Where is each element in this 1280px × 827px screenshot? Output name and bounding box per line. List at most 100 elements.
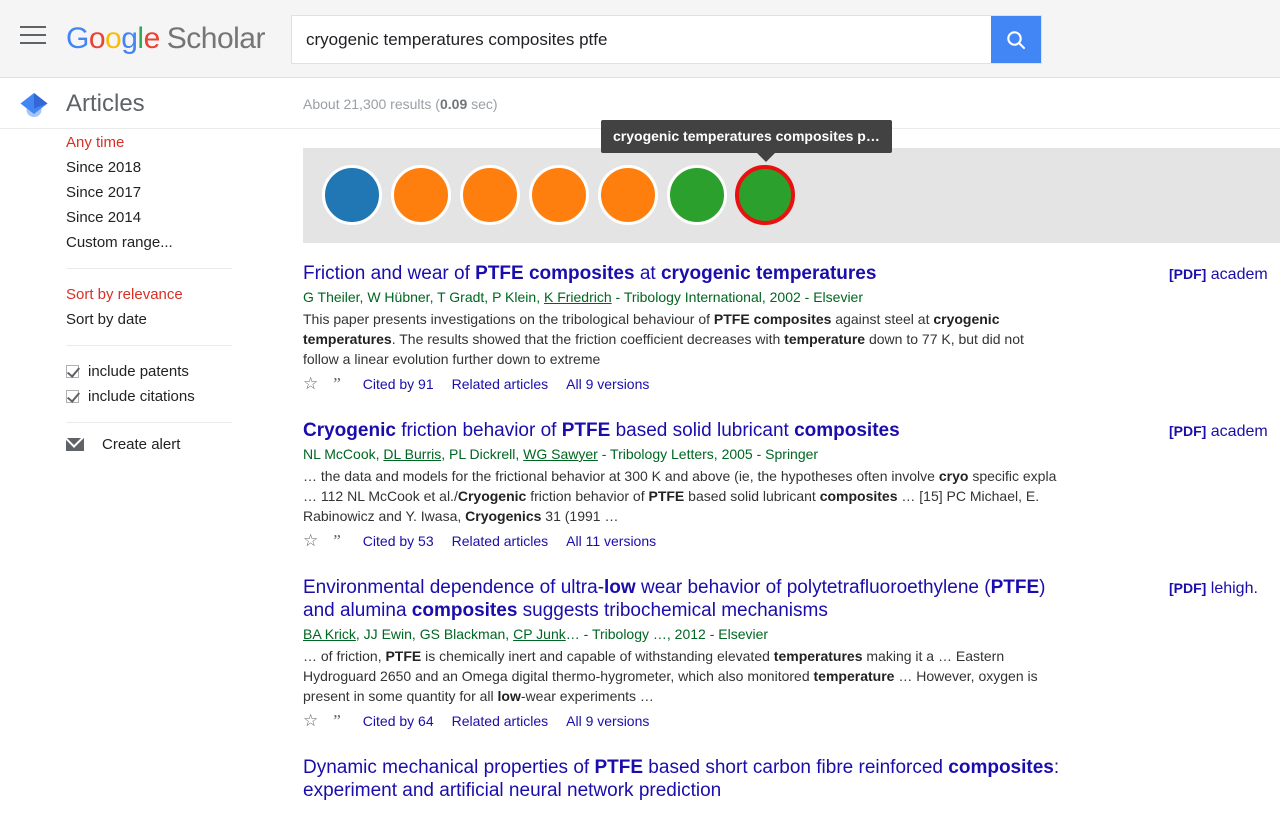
sort-filter-item[interactable]: Sort by date xyxy=(66,307,280,332)
envelope-icon xyxy=(66,438,84,451)
related-articles-link[interactable]: Related articles xyxy=(452,531,549,551)
result-actions: ☆ ” Cited by 53 Related articles All 11 vers… xyxy=(303,531,1280,551)
search-input[interactable] xyxy=(292,16,992,63)
search-result-item: Dynamic mechanical properties of PTFE ba… xyxy=(303,756,1280,802)
star-outline-icon[interactable]: ☆ xyxy=(303,374,318,394)
time-filter-item[interactable]: Since 2017 xyxy=(66,180,280,205)
checkbox-label: include patents xyxy=(88,363,189,380)
pdf-domain-label: lehigh. xyxy=(1206,580,1258,597)
topic-dot-strip xyxy=(303,148,1280,243)
result-pdf-link[interactable]: [PDF] academ xyxy=(1169,420,1268,443)
star-outline-icon[interactable]: ☆ xyxy=(303,711,318,731)
search-results-list: Friction and wear of PTFE composites at … xyxy=(303,262,1280,827)
checkbox-checked-icon[interactable] xyxy=(66,365,79,378)
cited-by-link[interactable]: Cited by 91 xyxy=(363,374,434,394)
author-link[interactable]: DL Burris xyxy=(383,446,441,462)
create-alert-button[interactable]: Create alert xyxy=(0,436,280,453)
pdf-domain-label: academ xyxy=(1206,423,1268,440)
author-link[interactable]: K Friedrich xyxy=(544,289,612,305)
author-link[interactable]: BA Krick xyxy=(303,626,356,642)
quote-icon[interactable]: ” xyxy=(333,531,341,551)
dot-tooltip-arrow xyxy=(757,153,775,162)
search-button[interactable] xyxy=(991,16,1041,63)
author-link[interactable]: CP Junk xyxy=(513,626,566,642)
search-icon xyxy=(1007,30,1026,49)
search-result-item: Friction and wear of PTFE composites at … xyxy=(303,262,1280,394)
result-actions: ☆ ” Cited by 91 Related articles All 9 versi… xyxy=(303,374,1280,394)
pdf-tag-label: [PDF] xyxy=(1169,266,1207,282)
sort-filter-item[interactable]: Sort by relevance xyxy=(66,282,280,307)
checkbox-label: include citations xyxy=(88,388,195,405)
page-title: Articles xyxy=(66,90,145,117)
result-pdf-link[interactable]: [PDF] lehigh. xyxy=(1169,577,1258,600)
topic-dot-selected[interactable] xyxy=(735,165,795,225)
include-checkbox-row[interactable]: include citations xyxy=(66,384,280,409)
logo-letter-e: e xyxy=(143,22,161,55)
left-sidebar: Any time Since 2018 Since 2017 Since 2014 Cu… xyxy=(0,130,280,800)
hamburger-bar xyxy=(20,42,46,44)
sidebar-divider-1 xyxy=(66,268,232,269)
logo-letter-o2: o xyxy=(105,22,122,55)
time-filter-group: Any time Since 2018 Since 2017 Since 2014 Cu… xyxy=(0,130,280,255)
all-versions-link[interactable]: All 11 versions xyxy=(566,531,656,551)
result-title-link[interactable]: Dynamic mechanical properties of PTFE ba… xyxy=(303,756,1073,802)
topic-dot[interactable] xyxy=(391,165,451,225)
hamburger-menu-icon[interactable] xyxy=(20,26,46,46)
result-authors-meta: BA Krick, JJ Ewin, GS Blackman, CP Junk…… xyxy=(303,626,769,642)
checkbox-checked-icon[interactable] xyxy=(66,390,79,403)
topic-dot[interactable] xyxy=(322,165,382,225)
topic-dot[interactable] xyxy=(529,165,589,225)
logo-letter-o1: o xyxy=(88,22,106,55)
top-header: Google Scholar xyxy=(0,0,1280,78)
pdf-tag-label: [PDF] xyxy=(1169,423,1207,439)
star-outline-icon[interactable]: ☆ xyxy=(303,531,318,551)
time-filter-item[interactable]: Any time xyxy=(66,130,280,155)
google-scholar-logo[interactable]: Google Scholar xyxy=(66,20,265,58)
result-stats: About 21,300 results (0.09 sec) xyxy=(303,95,498,114)
logo-letter-g: G xyxy=(66,22,89,55)
logo-letter-g2: g xyxy=(121,22,138,55)
sidebar-divider-3 xyxy=(66,422,232,423)
dot-tooltip: cryogenic temperatures composites p… xyxy=(601,120,892,153)
time-filter-item[interactable]: Since 2014 xyxy=(66,205,280,230)
hamburger-bar xyxy=(20,34,46,36)
related-articles-link[interactable]: Related articles xyxy=(452,711,549,731)
topic-dot[interactable] xyxy=(667,165,727,225)
sidebar-divider-2 xyxy=(66,345,232,346)
result-title-link[interactable]: Environmental dependence of ultra-low we… xyxy=(303,576,1073,622)
topic-dot[interactable] xyxy=(460,165,520,225)
result-snippet: … the data and models for the frictional… xyxy=(303,468,1057,524)
result-stats-prefix: About 21,300 results ( xyxy=(303,96,440,112)
search-result-item: Cryogenic friction behavior of PTFE base… xyxy=(303,419,1280,551)
result-title-link[interactable]: Cryogenic friction behavior of PTFE base… xyxy=(303,419,1073,442)
result-snippet: This paper presents investigations on th… xyxy=(303,311,1024,367)
quote-icon[interactable]: ” xyxy=(333,711,341,731)
author-link[interactable]: WG Sawyer xyxy=(523,446,598,462)
time-filter-item[interactable]: Custom range... xyxy=(66,230,280,255)
all-versions-link[interactable]: All 9 versions xyxy=(566,711,649,731)
quote-icon[interactable]: ” xyxy=(333,374,341,394)
cited-by-link[interactable]: Cited by 53 xyxy=(363,531,434,551)
time-filter-item[interactable]: Since 2018 xyxy=(66,155,280,180)
result-authors-meta: G Theiler, W Hübner, T Gradt, P Klein, K… xyxy=(303,289,864,305)
sort-filter-group: Sort by relevance Sort by date xyxy=(0,282,280,332)
pdf-domain-label: academ xyxy=(1206,266,1268,283)
scholar-cap-icon xyxy=(20,93,48,117)
all-versions-link[interactable]: All 9 versions xyxy=(566,374,649,394)
result-actions: ☆ ” Cited by 64 Related articles All 9 versi… xyxy=(303,711,1280,731)
hamburger-bar xyxy=(20,26,46,28)
search-box xyxy=(291,15,1042,64)
result-title-link[interactable]: Friction and wear of PTFE composites at … xyxy=(303,262,1073,285)
related-articles-link[interactable]: Related articles xyxy=(452,374,549,394)
include-options-group: include patents include citations xyxy=(0,359,280,409)
include-checkbox-row[interactable]: include patents xyxy=(66,359,280,384)
cited-by-link[interactable]: Cited by 64 xyxy=(363,711,434,731)
result-authors-meta: NL McCook, DL Burris, PL Dickrell, WG Sa… xyxy=(303,446,819,462)
search-result-item: Environmental dependence of ultra-low we… xyxy=(303,576,1280,731)
result-stats-time: 0.09 xyxy=(439,96,468,112)
topic-dot[interactable] xyxy=(598,165,658,225)
result-pdf-link[interactable]: [PDF] academ xyxy=(1169,263,1268,286)
result-snippet: … of friction, PTFE is chemically inert … xyxy=(303,648,1038,704)
result-stats-suffix: sec) xyxy=(467,96,498,112)
create-alert-label: Create alert xyxy=(102,436,181,453)
